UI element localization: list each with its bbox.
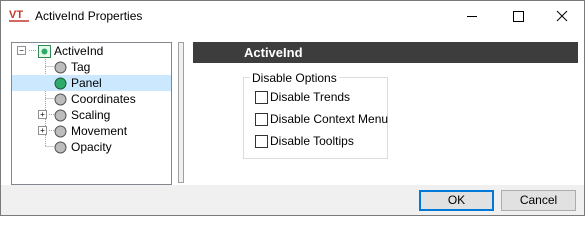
minimize-icon xyxy=(467,16,477,17)
panel-splitter[interactable] xyxy=(178,42,184,183)
disable-context-menu-checkbox[interactable] xyxy=(255,113,268,126)
property-node-icon xyxy=(54,141,67,154)
close-icon xyxy=(556,10,568,22)
tree-item-label: Opacity xyxy=(71,140,112,154)
component-icon xyxy=(38,45,51,58)
group-title: Disable Options xyxy=(250,71,339,85)
properties-dialog: VT ActiveInd Properties − ActiveInd Tag … xyxy=(0,0,585,216)
property-node-icon xyxy=(54,93,67,106)
selected-node-icon xyxy=(54,77,67,90)
svg-text:VT: VT xyxy=(9,9,23,21)
panel-header-title: ActiveInd xyxy=(244,45,303,60)
tree-item-label: Scaling xyxy=(71,108,111,122)
expand-icon[interactable]: + xyxy=(38,110,47,119)
dialog-footer: OK Cancel xyxy=(1,185,584,215)
tree-item-movement[interactable]: + Movement xyxy=(12,123,171,139)
tree-item-scaling[interactable]: + Scaling xyxy=(12,107,171,123)
property-node-icon xyxy=(54,109,67,122)
tree-item-opacity[interactable]: Opacity xyxy=(12,139,171,155)
expand-icon[interactable]: + xyxy=(38,126,47,135)
tree-item-label: Movement xyxy=(71,124,128,138)
disable-tooltips-checkbox[interactable] xyxy=(255,135,268,148)
disable-trends-checkbox[interactable] xyxy=(255,91,268,104)
window-title: ActiveInd Properties xyxy=(35,9,143,23)
property-tree[interactable]: − ActiveInd Tag Panel Coordinates + Scal… xyxy=(11,42,172,185)
checkbox-label: Disable Trends xyxy=(270,90,351,104)
tree-item-coordinates[interactable]: Coordinates xyxy=(12,91,171,107)
tree-item-panel[interactable]: Panel xyxy=(12,75,171,91)
checkbox-label: Disable Context Menu xyxy=(270,112,389,126)
checkbox-label: Disable Tooltips xyxy=(270,134,354,148)
cancel-button[interactable]: Cancel xyxy=(501,190,576,211)
tree-item-label: Panel xyxy=(71,76,102,90)
tree-item-label: Tag xyxy=(71,60,91,74)
tree-item-label: ActiveInd xyxy=(54,44,104,58)
vt-app-icon: VT xyxy=(9,9,29,22)
collapse-icon[interactable]: − xyxy=(17,46,26,55)
property-node-icon xyxy=(54,61,67,74)
maximize-icon xyxy=(513,11,524,22)
ok-button[interactable]: OK xyxy=(419,190,494,211)
panel-header: ActiveInd xyxy=(193,42,578,63)
tree-item-label: Coordinates xyxy=(71,92,136,106)
tree-item-tag[interactable]: Tag xyxy=(12,59,171,75)
title-bar[interactable]: VT ActiveInd Properties xyxy=(1,1,584,31)
property-node-icon xyxy=(54,125,67,138)
tree-item-activeind[interactable]: − ActiveInd xyxy=(12,43,171,59)
close-button[interactable] xyxy=(540,1,584,31)
minimize-button[interactable] xyxy=(450,1,494,31)
maximize-button[interactable] xyxy=(496,1,540,31)
